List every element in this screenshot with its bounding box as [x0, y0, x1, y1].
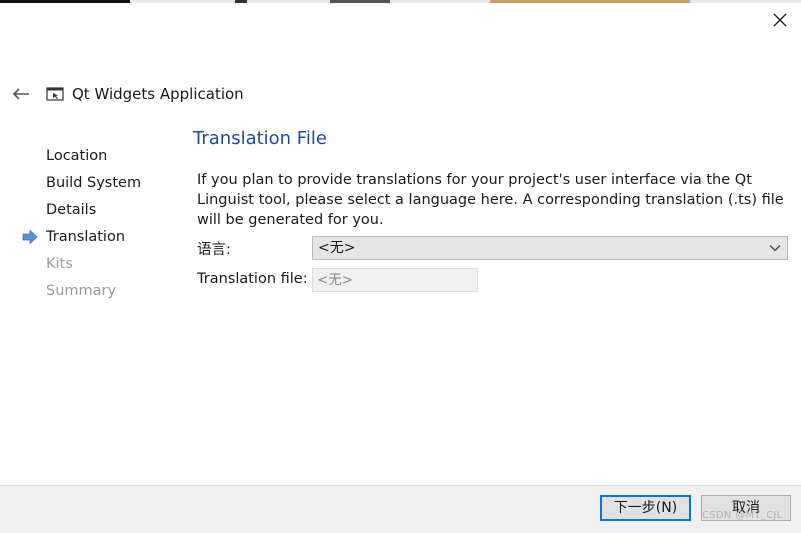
wizard-steps: Location Build System Details Translatio…	[22, 146, 141, 308]
page-description: If you plan to provide translations for …	[197, 172, 784, 228]
step-label: Summary	[46, 283, 117, 299]
step-translation: Translation	[22, 227, 141, 254]
watermark: CSDN @MY_CJL	[702, 510, 783, 521]
step-label: Build System	[46, 175, 142, 191]
step-location: Location	[46, 146, 141, 173]
window-top-strip	[0, 0, 801, 3]
wizard-footer: 下一步(N) 取消	[0, 485, 801, 533]
wizard-header: Qt Widgets Application	[10, 82, 244, 106]
arrow-left-icon	[12, 88, 29, 100]
step-kits: Kits	[46, 254, 141, 281]
current-step-arrow-icon	[22, 230, 38, 244]
close-button[interactable]	[768, 8, 792, 32]
close-icon	[773, 13, 787, 27]
language-select-value: <无>	[318, 240, 356, 256]
translation-file-label: Translation file:	[197, 271, 308, 287]
step-label: Translation	[46, 229, 126, 245]
next-button[interactable]: 下一步(N)	[600, 495, 691, 521]
step-build-system: Build System	[46, 173, 141, 200]
step-details: Details	[46, 200, 141, 227]
translation-file-field: <无>	[312, 268, 478, 292]
back-button[interactable]	[10, 83, 32, 105]
step-label: Kits	[46, 256, 73, 272]
application-window-icon	[46, 86, 64, 102]
language-select[interactable]: <无>	[312, 236, 788, 260]
step-summary: Summary	[46, 281, 141, 308]
page-title: Translation File	[193, 128, 327, 149]
app-title: Qt Widgets Application	[72, 85, 244, 103]
language-label: 语言:	[197, 242, 231, 258]
chevron-down-icon	[769, 245, 781, 252]
step-label: Location	[46, 148, 108, 164]
step-label: Details	[46, 202, 97, 218]
